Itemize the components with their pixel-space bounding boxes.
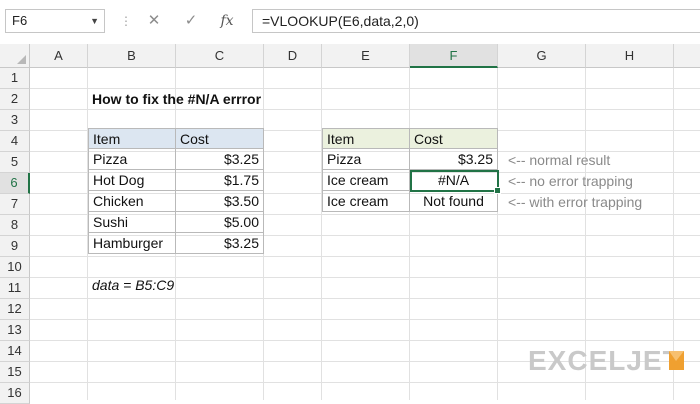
formula-bar-area: F6 ▼ ⋮ ✕ ✓ fx =VLOOKUP(E6,data,2,0) xyxy=(0,0,700,44)
table-cell[interactable]: Not found xyxy=(410,191,498,212)
name-box[interactable]: F6 ▼ xyxy=(5,9,105,33)
row-header-1[interactable]: 1 xyxy=(0,68,30,89)
row-header-10[interactable]: 10 xyxy=(0,257,30,278)
column-header-b[interactable]: B xyxy=(88,44,176,68)
row-header-12[interactable]: 12 xyxy=(0,299,30,320)
table-cell[interactable]: Hot Dog xyxy=(88,170,176,191)
table-cell[interactable]: Pizza xyxy=(322,149,410,170)
note-normal-result: <-- normal result xyxy=(508,152,611,168)
named-range-note: data = B5:C9 xyxy=(92,277,175,293)
row-header-4[interactable]: 4 xyxy=(0,131,30,152)
formula-bar-grip-icon: ⋮ xyxy=(120,14,132,28)
table-cell[interactable]: Hamburger xyxy=(88,233,176,254)
sheet-title: How to fix the #N/A errror xyxy=(92,91,262,107)
grid-row-line xyxy=(30,319,700,320)
table-cell[interactable]: Chicken xyxy=(88,191,176,212)
table-cell[interactable]: Sushi xyxy=(88,212,176,233)
row-header-6[interactable]: 6 xyxy=(0,173,30,194)
row-header-2[interactable]: 2 xyxy=(0,89,30,110)
select-all-corner[interactable] xyxy=(0,44,30,68)
grid-row-line xyxy=(30,298,700,299)
logo-mark-icon xyxy=(669,351,684,370)
row-header-13[interactable]: 13 xyxy=(0,320,30,341)
insert-function-icon[interactable]: fx xyxy=(216,10,238,32)
column-header-f[interactable]: F xyxy=(410,44,498,68)
table-cell[interactable]: $3.25 xyxy=(176,233,264,254)
column-header-d[interactable]: D xyxy=(264,44,322,68)
row-header-11[interactable]: 11 xyxy=(0,278,30,299)
name-box-dropdown-icon[interactable]: ▼ xyxy=(90,10,99,32)
table-cell[interactable]: $1.75 xyxy=(176,170,264,191)
table-cell[interactable]: $3.50 xyxy=(176,191,264,212)
column-header-g[interactable]: G xyxy=(498,44,586,68)
note-with-error-trapping: <-- with error trapping xyxy=(508,194,643,210)
grid-row-line xyxy=(30,256,700,257)
logo-text: EXCELJET xyxy=(528,345,681,376)
formula-input[interactable]: =VLOOKUP(E6,data,2,0) xyxy=(252,9,700,33)
row-header-5[interactable]: 5 xyxy=(0,152,30,173)
row-header-9[interactable]: 9 xyxy=(0,236,30,257)
table-cell[interactable]: Pizza xyxy=(88,149,176,170)
row-header-3[interactable]: 3 xyxy=(0,110,30,131)
row-header-15[interactable]: 15 xyxy=(0,362,30,383)
data-table: Item Cost Pizza $3.25 Hot Dog $1.75 Chic… xyxy=(88,128,264,254)
grid-row-line xyxy=(30,382,700,383)
table-cell[interactable]: Ice cream xyxy=(322,170,410,191)
row-header-14[interactable]: 14 xyxy=(0,341,30,362)
column-header-h[interactable]: H xyxy=(586,44,674,68)
row-header-8[interactable]: 8 xyxy=(0,215,30,236)
data-table-header-cost[interactable]: Cost xyxy=(176,128,264,149)
exceljet-logo: EXCELJET xyxy=(528,345,684,376)
enter-icon[interactable]: ✓ xyxy=(180,10,202,32)
cancel-icon[interactable]: ✕ xyxy=(143,10,165,32)
column-header-a[interactable]: A xyxy=(30,44,88,68)
table-cell[interactable]: Ice cream xyxy=(322,191,410,212)
table-cell[interactable]: $5.00 xyxy=(176,212,264,233)
data-table-header-item[interactable]: Item xyxy=(88,128,176,149)
column-header-c[interactable]: C xyxy=(176,44,264,68)
note-no-error-trapping: <-- no error trapping xyxy=(508,173,633,189)
table-cell[interactable]: $3.25 xyxy=(176,149,264,170)
column-header-overflow xyxy=(674,44,700,68)
lookup-table-header-item[interactable]: Item xyxy=(322,128,410,149)
column-header-e[interactable]: E xyxy=(322,44,410,68)
row-header-7[interactable]: 7 xyxy=(0,194,30,215)
active-cell-selection[interactable] xyxy=(410,170,501,194)
lookup-table-header-cost[interactable]: Cost xyxy=(410,128,498,149)
name-box-value: F6 xyxy=(12,13,28,28)
table-cell[interactable]: $3.25 xyxy=(410,149,498,170)
grid-row-line xyxy=(30,340,700,341)
row-header-16[interactable]: 16 xyxy=(0,383,30,404)
